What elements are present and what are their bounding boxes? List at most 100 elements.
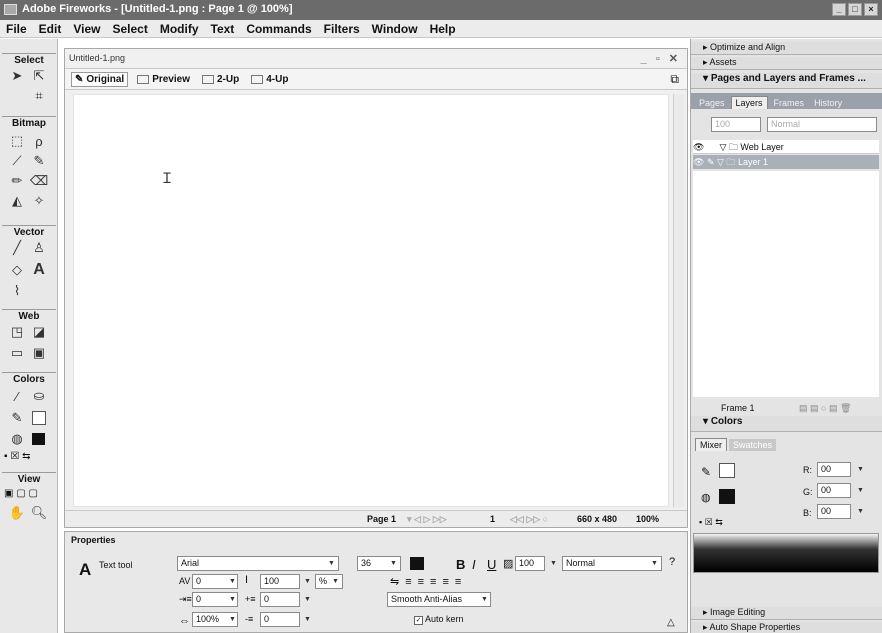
- mixer-stroke-swatch[interactable]: [719, 463, 735, 478]
- menu-view[interactable]: View: [67, 22, 106, 36]
- font-family-select[interactable]: Arial: [177, 556, 339, 571]
- chevron-down-icon[interactable]: ▼: [388, 557, 399, 570]
- underline-button[interactable]: U: [487, 557, 496, 572]
- blue-field[interactable]: 00: [817, 504, 851, 519]
- subselection-tool-icon[interactable]: ⇱: [30, 67, 48, 85]
- menu-modify[interactable]: Modify: [154, 22, 205, 36]
- slice-tool-icon[interactable]: ◪: [30, 323, 48, 341]
- tab-4-up[interactable]: 4-Up: [248, 73, 291, 86]
- panel-pages-layers[interactable]: ▾ Pages and Layers and Frames ...: [691, 73, 882, 89]
- color-defaults-icons[interactable]: ▪ ☒ ⇆: [4, 451, 30, 462]
- tab-2-up[interactable]: 2-Up: [199, 73, 242, 86]
- crop-tool-icon[interactable]: ⌗: [30, 87, 48, 105]
- bold-button[interactable]: B: [456, 557, 465, 572]
- chevron-down-icon[interactable]: ▼: [326, 557, 337, 570]
- anti-alias-select[interactable]: Smooth Anti-Alias: [387, 592, 491, 607]
- maximize-button[interactable]: □: [848, 3, 862, 16]
- rectangle-tool-icon[interactable]: ◇: [8, 261, 26, 279]
- layers-list-area[interactable]: [693, 171, 879, 397]
- panel-auto-shape[interactable]: ▸ Auto Shape Properties: [691, 622, 882, 633]
- blend-mode-select[interactable]: Normal: [562, 556, 662, 571]
- document-canvas[interactable]: Ｉ: [73, 94, 669, 507]
- document-tab[interactable]: Untitled-1.png: [69, 53, 125, 63]
- paint-bucket-icon[interactable]: ⛀: [30, 387, 48, 405]
- eraser-tool-icon[interactable]: ⌫: [30, 172, 48, 190]
- tab-preview[interactable]: Preview: [134, 73, 193, 86]
- line-tool-icon[interactable]: ╱: [8, 239, 26, 257]
- fill-bucket-icon[interactable]: ◍: [8, 430, 26, 448]
- tab-layers[interactable]: Layers: [730, 96, 768, 109]
- layer-row-1[interactable]: 👁︎ ✎ ▽ 🗀 Layer 1: [693, 155, 879, 169]
- hide-slices-icon[interactable]: ▭: [8, 344, 26, 362]
- tab-history[interactable]: History: [810, 97, 846, 109]
- zoom-tool-icon[interactable]: 🔍︎: [30, 504, 48, 522]
- text-tool-icon[interactable]: A: [30, 261, 48, 279]
- optimize-menu-icon[interactable]: ⧉: [670, 72, 679, 87]
- chevron-down-icon[interactable]: ▼: [302, 613, 313, 626]
- menu-file[interactable]: File: [0, 22, 33, 36]
- minimize-button[interactable]: _: [832, 3, 846, 16]
- layer-opacity-field[interactable]: 100: [711, 117, 761, 132]
- chevron-down-icon[interactable]: ▼: [649, 557, 660, 570]
- space-before-field[interactable]: 0: [260, 592, 300, 607]
- chevron-down-icon[interactable]: ▼: [302, 593, 313, 606]
- tab-pages[interactable]: Pages: [695, 97, 729, 109]
- chevron-down-icon[interactable]: ▼: [302, 575, 313, 588]
- mixer-default-icons[interactable]: ▪ ☒ ⇆: [699, 517, 723, 528]
- magic-wand-icon[interactable]: ⟋: [8, 152, 26, 170]
- color-ramp[interactable]: [693, 533, 879, 573]
- hand-tool-icon[interactable]: ✋: [8, 504, 26, 522]
- stroke-pencil-icon[interactable]: ✎: [8, 409, 26, 427]
- help-icon[interactable]: ?: [669, 556, 675, 568]
- blur-tool-icon[interactable]: ◭: [8, 192, 26, 210]
- auto-kern-checkbox[interactable]: ✓ Auto kern: [414, 614, 464, 625]
- mixer-fill-swatch[interactable]: [719, 489, 735, 504]
- tab-frames[interactable]: Frames: [770, 97, 809, 109]
- properties-header[interactable]: Properties: [71, 535, 116, 545]
- chevron-down-icon[interactable]: ▼: [855, 484, 866, 497]
- pen-tool-icon[interactable]: ♙: [30, 239, 48, 257]
- italic-button[interactable]: I: [472, 557, 476, 572]
- menu-window[interactable]: Window: [366, 22, 424, 36]
- zoom-level[interactable]: 100%: [636, 514, 659, 524]
- fill-color-swatch[interactable]: [32, 433, 45, 445]
- lasso-tool-icon[interactable]: ρ: [30, 132, 48, 150]
- chevron-down-icon[interactable]: ▼: [227, 593, 238, 606]
- stroke-color-swatch[interactable]: [32, 411, 46, 425]
- freeform-tool-icon[interactable]: ⌇: [8, 282, 26, 300]
- chevron-down-icon[interactable]: ▼: [330, 575, 341, 588]
- pencil-tool-icon[interactable]: ✏: [8, 172, 26, 190]
- layer-blend-select[interactable]: Normal: [767, 117, 877, 132]
- text-color-swatch[interactable]: [410, 557, 424, 570]
- chevron-down-icon[interactable]: ▼: [855, 505, 866, 518]
- alignment-icons[interactable]: ⇋≡≡≡≡≡: [390, 575, 467, 588]
- tab-mixer[interactable]: Mixer: [695, 438, 727, 451]
- chevron-down-icon[interactable]: ▼: [227, 575, 238, 588]
- panel-image-editing[interactable]: ▸ Image Editing: [691, 607, 882, 620]
- show-slices-icon[interactable]: ▣: [30, 344, 48, 362]
- opacity-field[interactable]: 100: [515, 556, 545, 571]
- menu-filters[interactable]: Filters: [318, 22, 366, 36]
- menu-commands[interactable]: Commands: [240, 22, 317, 36]
- close-button[interactable]: ×: [864, 3, 878, 16]
- menu-text[interactable]: Text: [205, 22, 241, 36]
- layer-row-web[interactable]: 👁︎ ▽ 🗀 Web Layer: [693, 140, 879, 154]
- rubber-stamp-icon[interactable]: ✧: [30, 192, 48, 210]
- menu-help[interactable]: Help: [424, 22, 462, 36]
- chevron-down-icon[interactable]: ▼: [855, 463, 866, 476]
- vertical-scrollbar[interactable]: [673, 94, 685, 507]
- menu-edit[interactable]: Edit: [33, 22, 68, 36]
- marquee-tool-icon[interactable]: ⬚: [8, 132, 26, 150]
- collapse-triangle-icon[interactable]: △: [667, 617, 675, 628]
- chevron-down-icon[interactable]: ▼: [227, 613, 238, 626]
- panel-optimize-align[interactable]: ▸ Optimize and Align: [691, 42, 882, 55]
- green-field[interactable]: 00: [817, 483, 851, 498]
- space-after-field[interactable]: 0: [260, 612, 300, 627]
- screen-mode-icons[interactable]: ▣ ▢ ▢: [4, 488, 38, 499]
- eyedropper-tool-icon[interactable]: ⁄: [8, 387, 26, 405]
- menu-select[interactable]: Select: [106, 22, 153, 36]
- tab-swatches[interactable]: Swatches: [729, 439, 777, 451]
- pointer-tool-icon[interactable]: ➤: [8, 67, 26, 85]
- panel-colors[interactable]: ▾ Colors: [691, 416, 882, 432]
- playback-controls[interactable]: ◁◁ ▷▷ ○: [510, 514, 548, 525]
